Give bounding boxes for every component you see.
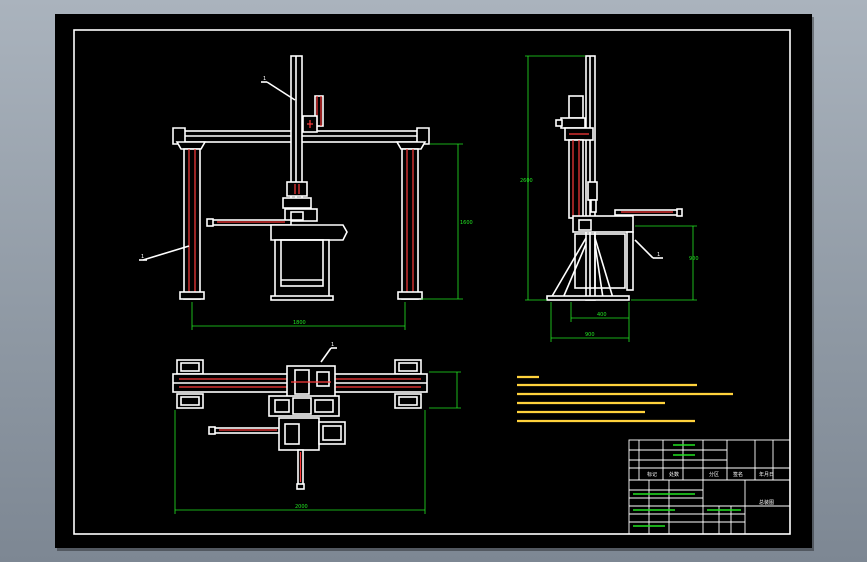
dim-side-base-inner: 400 [597, 312, 607, 318]
dim-front-width: 1800 [293, 320, 306, 326]
front-left-leg [183, 148, 201, 300]
title-signature-5: 年月日 [759, 471, 774, 478]
dim-side-height: 2600 [520, 178, 533, 184]
title-signature-4: 签名 [733, 471, 743, 478]
dim-plan-width: 2000 [295, 504, 308, 510]
dim-side-right-height: 900 [689, 256, 699, 262]
title-signature-1: 标记 [647, 471, 657, 478]
balloon-plan-top: 1 [331, 342, 334, 348]
work-table [274, 239, 330, 299]
cad-drawing: 1 1 1800 1600 1 2600 400 900 900 1 2000 … [73, 29, 791, 535]
drawing-sheet: 1 1 1800 1600 1 2600 400 900 900 1 2000 … [55, 14, 812, 548]
work-table-top [270, 224, 348, 241]
front-view: 1 1 1800 1600 [139, 55, 473, 330]
technical-notes [517, 375, 733, 423]
balloon-front-left: 1 [141, 254, 144, 260]
title-signature-2: 处数 [669, 471, 679, 478]
title-block: 标记 处数 分区 签名 年月日 总装图 [628, 439, 791, 535]
plan-view: 1 2000 [172, 342, 461, 514]
drawing-name: 总装图 [759, 499, 774, 506]
dim-front-height: 1600 [460, 220, 473, 226]
balloon-front-top: 1 [263, 76, 266, 82]
balloon-side-right: 1 [657, 252, 660, 258]
title-signature-3: 分区 [709, 471, 719, 478]
side-view: 1 2600 400 900 900 [520, 55, 699, 342]
front-right-leg [401, 148, 419, 300]
dim-side-base-outer: 900 [585, 332, 595, 338]
